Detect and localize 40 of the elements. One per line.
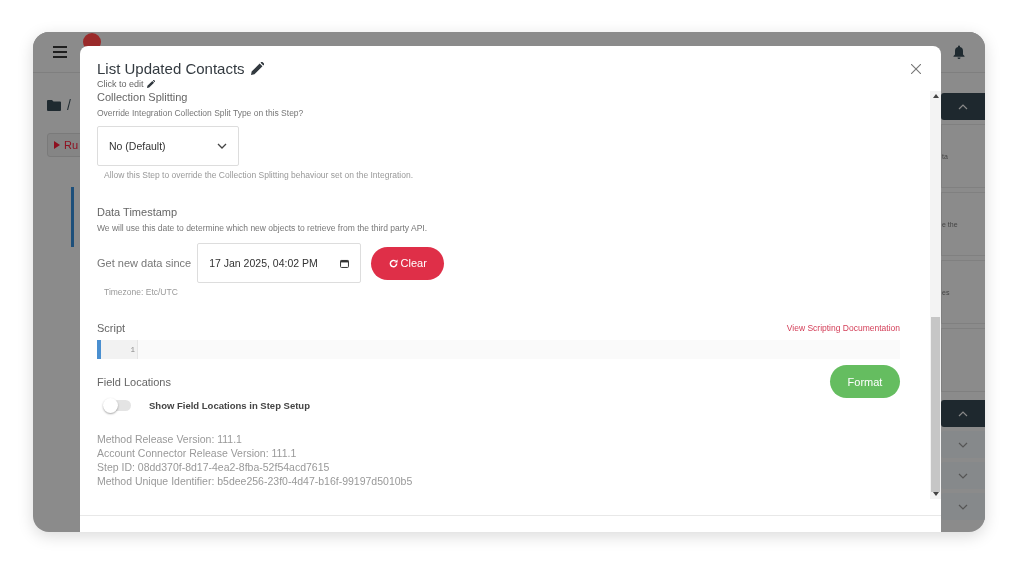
metadata-text: Method Unique Identifier: b5dee256-23f0-4d47-b16f-99197d5010b5: [97, 475, 414, 487]
pencil-icon[interactable]: [250, 62, 264, 75]
breadcrumb-separator: /: [67, 97, 71, 113]
metadata-text: Method Release Version: 111.1: [97, 433, 243, 445]
refresh-icon: [388, 258, 398, 268]
chevron-icon: [958, 410, 968, 417]
timezone-text: Timezone: Etc/UTC: [104, 287, 179, 297]
folder-icon: [47, 99, 61, 111]
toggle-label: Show Field Locations in Step Setup: [149, 400, 310, 411]
scrollbar[interactable]: [930, 91, 941, 499]
chevron-icon: [958, 503, 968, 510]
documentation-link[interactable]: View Scripting Documentation: [786, 323, 900, 333]
chevron-down-icon: [217, 143, 227, 149]
split-type-select[interactable]: No (Default): [97, 126, 239, 166]
field-question: Override Integration Collection Split Type on this Step?: [97, 108, 305, 118]
metadata-text: Step ID: 08dd370f-8d17-4ea2-8fba-52f54acd7615: [97, 461, 331, 473]
help-text: Allow this Step to override the Collection Splitting behaviour set on the Integration.: [104, 170, 414, 180]
section-heading: Script: [97, 322, 126, 334]
section-heading: Data Timestamp: [97, 206, 179, 218]
chevron-icon: [958, 103, 968, 110]
click-to-edit-hint[interactable]: Click to edit: [97, 79, 144, 89]
bell-icon[interactable]: [953, 45, 965, 59]
field-label: Get new data since: [97, 257, 192, 269]
section-heading: Field Locations: [97, 375, 171, 388]
scroll-up-icon[interactable]: [932, 94, 939, 98]
menu-icon[interactable]: [53, 46, 67, 58]
clear-button[interactable]: Clear: [371, 246, 445, 280]
pencil-icon: [146, 80, 155, 88]
calendar-icon[interactable]: [340, 258, 350, 268]
modal-title[interactable]: List Updated Contacts: [97, 60, 245, 77]
metadata-text: Account Connector Release Version: 111.1: [97, 447, 298, 459]
chevron-icon: [958, 472, 968, 479]
progress-line: [71, 187, 74, 247]
section-description: We will use this date to determine which new objects to retrieve from the third party API.: [97, 223, 429, 233]
date-field[interactable]: 17 Jan 2025, 04:02 PM: [197, 243, 362, 283]
close-icon[interactable]: [911, 63, 921, 74]
toggle-switch[interactable]: [105, 400, 131, 411]
play-icon: [54, 141, 60, 149]
chevron-icon: [958, 441, 968, 448]
section-heading: Collection Splitting: [97, 91, 189, 103]
